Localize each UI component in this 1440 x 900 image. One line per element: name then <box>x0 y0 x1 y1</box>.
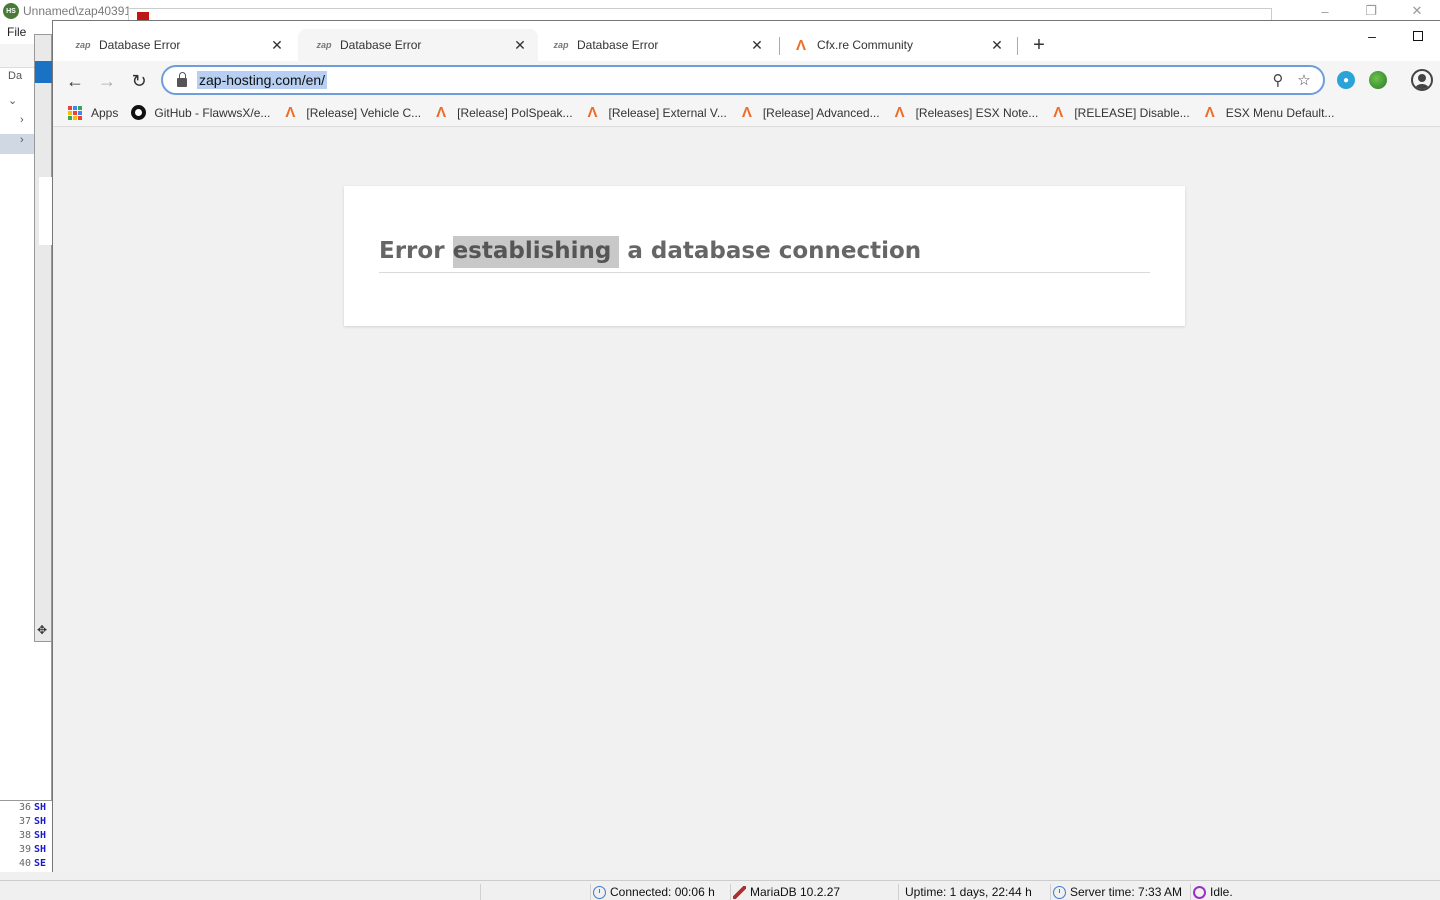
zoom-icon[interactable]: ⚲ <box>1265 69 1291 91</box>
bookmark-vehicle[interactable]: Λ [Release] Vehicle C... <box>276 101 427 125</box>
selected-text: establishing <box>452 236 620 268</box>
url-text[interactable]: zap-hosting.com/en/ <box>197 71 328 89</box>
bookmark-external[interactable]: Λ [Release] External V... <box>579 101 733 125</box>
browser-toolbar: ← → ↻ zap-hosting.com/en/ ⚲ ☆ ● <box>53 61 1440 99</box>
cfx-icon: Λ <box>894 104 905 121</box>
tab-title: Database Error <box>340 38 422 52</box>
close-icon[interactable]: ✕ <box>512 37 528 53</box>
tab-separator <box>1017 37 1018 55</box>
zap-icon: zap <box>75 40 91 50</box>
query-line: 39 SH <box>18 844 47 855</box>
mariadb-icon <box>733 885 746 899</box>
bookmark-disable[interactable]: Λ [RELEASE] Disable... <box>1044 101 1195 125</box>
background-query-editor[interactable]: 36 SH 37 SH 38 SH 39 SH 40 SE <box>0 800 52 872</box>
bookmark-esx-menu[interactable]: Λ ESX Menu Default... <box>1196 101 1341 125</box>
lock-icon[interactable] <box>177 71 187 87</box>
extension-search-icon[interactable]: ● <box>1337 71 1355 89</box>
cfx-icon: Λ <box>1053 104 1064 121</box>
cfx-icon: Λ <box>1204 104 1215 121</box>
zap-icon: zap <box>553 40 569 50</box>
bookmark-polspeak[interactable]: Λ [Release] PolSpeak... <box>427 101 578 125</box>
status-server-version: MariaDB 10.2.27 <box>730 884 840 900</box>
bookmark-star-icon[interactable]: ☆ <box>1291 69 1317 91</box>
profile-avatar-icon[interactable] <box>1411 69 1433 91</box>
close-icon[interactable]: ✕ <box>989 37 1005 53</box>
window-controls: – <box>1349 21 1440 51</box>
background-white-area <box>39 177 53 245</box>
bookmark-apps[interactable]: Apps <box>61 101 124 125</box>
status-state: Idle. <box>1190 884 1233 900</box>
clock-icon <box>1053 885 1066 899</box>
cfx-icon: Λ <box>587 104 598 121</box>
background-window-title: Unnamed\zap40391 <box>23 4 132 18</box>
background-inner-panel: ✥ <box>34 34 53 642</box>
tab-title: Database Error <box>577 38 659 52</box>
query-line: 40 SE <box>18 858 47 869</box>
bookmark-advanced[interactable]: Λ [Release] Advanced... <box>733 101 886 125</box>
zap-icon: zap <box>316 40 332 50</box>
query-line: 37 SH <box>18 816 47 827</box>
bookmark-github[interactable]: GitHub - FlawwsX/e... <box>124 101 276 125</box>
github-icon <box>130 105 146 121</box>
maximize-icon[interactable] <box>1395 21 1440 51</box>
cfx-icon: Λ <box>436 104 447 121</box>
page-viewport: Error establishing a database connection <box>53 128 1440 872</box>
tab-database-error-3[interactable]: zap Database Error ✕ <box>535 29 775 61</box>
idle-ring-icon <box>1193 885 1206 899</box>
back-button[interactable]: ← <box>61 67 89 95</box>
bg-restore-icon[interactable]: ❐ <box>1348 0 1394 22</box>
query-line: 38 SH <box>18 830 47 841</box>
omnibox-actions: ⚲ ☆ <box>1265 69 1317 91</box>
browser-window: zap Database Error ✕ zap Database Error … <box>52 20 1440 872</box>
reload-button[interactable]: ↻ <box>125 67 153 95</box>
new-tab-button[interactable]: + <box>1029 34 1049 56</box>
bg-minimize-icon[interactable]: – <box>1302 0 1348 22</box>
tab-title: Database Error <box>99 38 181 52</box>
status-blank <box>480 884 590 900</box>
error-card: Error establishing a database connection <box>344 186 1185 326</box>
tab-title: Cfx.re Community <box>817 38 914 52</box>
heidisql-app-icon: HS <box>3 3 19 19</box>
extension-globe-icon[interactable] <box>1369 71 1387 89</box>
clock-icon <box>593 885 606 899</box>
cfx-icon: Λ <box>795 36 806 54</box>
status-connected: Connected: 00:06 h <box>590 884 715 900</box>
bookmark-esx-note[interactable]: Λ [Releases] ESX Note... <box>886 101 1045 125</box>
close-icon[interactable]: ✕ <box>749 37 765 53</box>
apps-grid-icon <box>67 105 83 121</box>
status-uptime: Uptime: 1 days, 22:44 h <box>898 884 1032 900</box>
bookmarks-bar: Apps GitHub - FlawwsX/e... Λ [Release] V… <box>53 99 1440 127</box>
forward-button[interactable]: → <box>93 67 121 95</box>
close-icon[interactable]: ✕ <box>269 37 285 53</box>
error-heading: Error establishing a database connection <box>379 236 1150 273</box>
move-handle-icon[interactable]: ✥ <box>37 623 47 637</box>
bg-close-icon[interactable]: ✕ <box>1394 0 1440 22</box>
cfx-icon: Λ <box>285 104 296 121</box>
address-bar[interactable]: zap-hosting.com/en/ ⚲ ☆ <box>161 65 1325 95</box>
background-window-controls: – ❐ ✕ <box>1302 0 1440 22</box>
minimize-icon[interactable]: – <box>1349 21 1395 51</box>
background-status-bar: Connected: 00:06 h MariaDB 10.2.27 Uptim… <box>0 880 1440 900</box>
cfx-icon: Λ <box>741 104 752 121</box>
tab-strip: zap Database Error ✕ zap Database Error … <box>53 21 1440 61</box>
tab-cfx-community[interactable]: Λ Cfx.re Community ✕ <box>775 29 1015 61</box>
query-line: 36 SH <box>18 802 47 813</box>
tab-database-error-2[interactable]: zap Database Error ✕ <box>298 29 538 61</box>
status-server-time: Server time: 7:33 AM <box>1050 884 1182 900</box>
background-blue-bar <box>35 61 53 83</box>
tab-database-error-1[interactable]: zap Database Error ✕ <box>57 29 295 61</box>
